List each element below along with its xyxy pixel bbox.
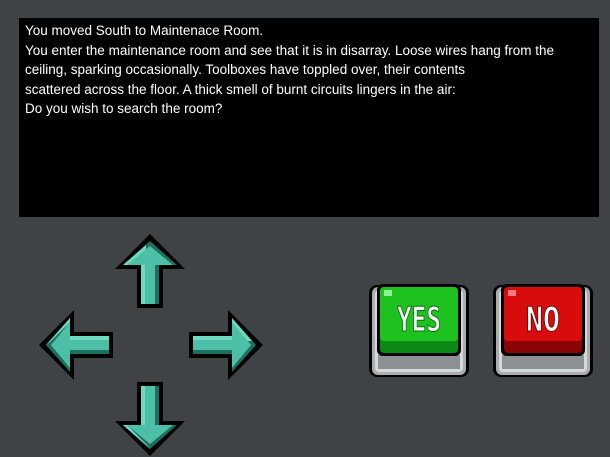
move-east-button[interactable] bbox=[187, 307, 265, 383]
narration-line: scattered across the floor. A thick smel… bbox=[25, 81, 456, 97]
no-button[interactable]: NO bbox=[493, 281, 593, 381]
no-label: NO bbox=[526, 300, 560, 340]
narration-line: You moved South to Maintenace Room. bbox=[25, 23, 264, 38]
move-west-button[interactable] bbox=[37, 307, 115, 383]
narration-box: You moved South to Maintenace Room. You … bbox=[19, 18, 599, 217]
move-north-button[interactable] bbox=[112, 232, 188, 310]
game-screen: You moved South to Maintenace Room. You … bbox=[0, 0, 610, 457]
narration-line: Do you wish to search the room? bbox=[25, 101, 223, 116]
arrow-left-icon bbox=[39, 310, 113, 380]
narration-line: ceiling, sparking occasionally. Toolboxe… bbox=[25, 62, 466, 77]
arrow-up-icon bbox=[115, 234, 185, 308]
move-south-button[interactable] bbox=[112, 380, 188, 457]
yes-label: YES bbox=[397, 300, 441, 340]
yes-button[interactable]: YES bbox=[369, 281, 469, 381]
arrow-right-icon bbox=[189, 310, 263, 380]
arrow-down-icon bbox=[115, 382, 185, 456]
narration-line: You enter the maintenance room and see t… bbox=[25, 42, 555, 58]
